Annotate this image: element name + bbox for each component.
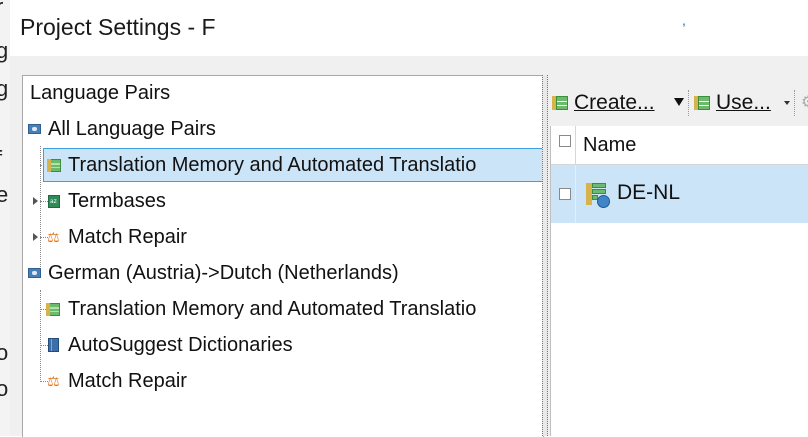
bg-letter: g <box>0 38 9 63</box>
column-header-name[interactable]: Name <box>583 134 636 157</box>
translation-memory-icon <box>46 303 60 316</box>
tree-root-language-pairs[interactable]: Language Pairs <box>30 76 430 110</box>
use-button[interactable]: Use... <box>694 86 771 120</box>
termbase-icon <box>48 195 60 208</box>
tree-item-translation-memory-all[interactable]: Translation Memory and Automated Transla… <box>43 148 543 182</box>
bg-letter: o <box>0 376 9 401</box>
bg-letter: o <box>0 340 9 365</box>
tm-grid: Name DE-NL <box>550 126 808 436</box>
tree-item-autosuggest[interactable]: AutoSuggest Dictionaries <box>31 328 531 362</box>
tree-item-label: Termbases <box>68 190 166 212</box>
grid-header: Name <box>551 126 808 165</box>
header-column-separator <box>575 126 576 164</box>
tree-item-label: All Language Pairs <box>48 118 216 140</box>
wrench-icon: ⚖ <box>47 229 60 245</box>
bg-letter: r <box>0 0 3 20</box>
bg-letter: g <box>0 76 9 101</box>
tree-item-label: Match Repair <box>68 226 187 248</box>
tree-item-all-language-pairs[interactable]: All Language Pairs <box>23 112 523 146</box>
tree-item-label: Translation Memory and Automated Transla… <box>68 298 477 320</box>
window-title: Project Settings - F <box>20 14 216 40</box>
row-column-separator <box>575 165 576 223</box>
table-row[interactable]: DE-NL <box>551 165 808 223</box>
tree-item-label: Match Repair <box>68 370 187 392</box>
tree-item-match-repair-de-nl[interactable]: ⚖ Match Repair <box>31 364 531 398</box>
tree-item-termbases[interactable]: Termbases <box>31 184 531 218</box>
background-window-strip: r g g f e o o <box>0 0 10 436</box>
select-all-checkbox[interactable] <box>559 135 571 147</box>
tree-root-label: Language Pairs <box>30 82 171 104</box>
create-dropdown-arrow-icon[interactable] <box>674 98 684 106</box>
tree-item-label: AutoSuggest Dictionaries <box>68 334 293 356</box>
translation-memory-icon <box>47 159 61 172</box>
bg-letter: f <box>0 146 2 172</box>
expand-arrow-icon[interactable] <box>33 233 38 241</box>
language-pair-icon <box>28 124 41 134</box>
use-dropdown-arrow-icon[interactable] <box>784 101 790 105</box>
bg-letter: e <box>0 182 9 207</box>
create-button-label: Create... <box>574 91 655 114</box>
expand-arrow-icon[interactable] <box>33 197 38 205</box>
create-button[interactable]: Create... <box>552 86 655 120</box>
settings-tree[interactable]: Language Pairs All Language Pairs Transl… <box>22 75 544 437</box>
title-bar[interactable]: Project Settings - F , <box>10 0 808 56</box>
dictionary-icon <box>48 338 59 352</box>
row-checkbox[interactable] <box>559 188 571 200</box>
row-name-cell: DE-NL <box>617 181 681 204</box>
translation-memory-icon <box>552 96 568 110</box>
use-button-label: Use... <box>716 91 771 114</box>
title-mark: , <box>682 12 686 28</box>
tree-item-german-dutch[interactable]: German (Austria)->Dutch (Netherlands) <box>23 256 523 290</box>
more-tools-icon[interactable]: ⚙ <box>801 92 808 112</box>
language-pair-icon <box>28 268 41 278</box>
toolbar-separator <box>688 90 690 116</box>
translation-memory-globe-icon <box>584 183 610 209</box>
tree-item-label: German (Austria)->Dutch (Netherlands) <box>48 262 399 284</box>
tree-item-match-repair-all[interactable]: ⚖ Match Repair <box>31 220 531 254</box>
translation-memory-icon <box>694 96 710 110</box>
tree-item-label: Translation Memory and Automated Transla… <box>68 154 477 176</box>
toolbar-separator <box>794 90 796 116</box>
tm-toolbar: Create... Use... ⚙ <box>550 86 808 124</box>
tree-item-translation-memory-de-nl[interactable]: Translation Memory and Automated Transla… <box>31 292 531 326</box>
wrench-icon: ⚖ <box>47 373 60 389</box>
panel-splitter[interactable] <box>542 75 548 436</box>
